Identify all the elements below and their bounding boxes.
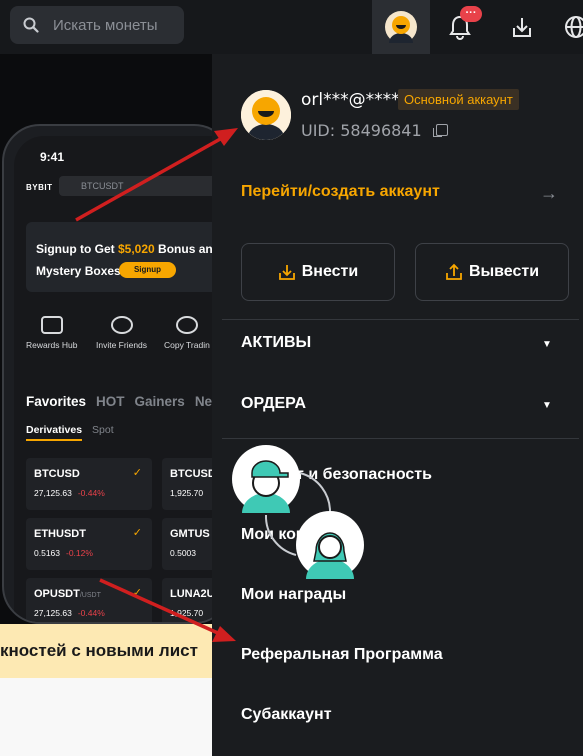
ticker-price: 1,925.70: [170, 608, 204, 618]
withdraw-label: Вывести: [468, 263, 540, 280]
phone-tab: HOT: [96, 394, 125, 409]
download-button[interactable]: [494, 0, 550, 54]
phone-ticker-card: BTCUSD ✓ 27,125.63 -0.44%: [26, 458, 152, 510]
ticker-symbol: OPUSDT/USDT: [34, 588, 101, 600]
banner-amount: $5,020: [118, 242, 155, 256]
divider: [222, 319, 579, 320]
check-icon: ✓: [132, 467, 142, 479]
phone-ticker-card: OPUSDT/USDT ✓ 27,125.63 -0.44%: [26, 578, 152, 622]
price: 27,125.63: [34, 488, 72, 498]
account-uid: UID: 58496841: [301, 121, 422, 140]
section-assets[interactable]: АКТИВЫ: [241, 334, 311, 352]
phone-subtab: Derivatives: [26, 424, 83, 441]
ticker-symbol: LUNA2U: [170, 588, 215, 600]
ticker-symbol: ETHUSDT: [34, 528, 86, 540]
withdraw-icon: [446, 263, 462, 280]
account-email: orl***@****: [301, 90, 400, 110]
switch-account-link[interactable]: Перейти/создать аккаунт: [241, 183, 440, 201]
phone-search: BTCUSDT: [59, 176, 230, 196]
ticket-icon: [40, 316, 63, 334]
section-orders[interactable]: ОРДЕРА: [241, 395, 306, 413]
change: -0.44%: [77, 488, 105, 498]
phone-subtabs: Derivatives Spot: [26, 424, 114, 441]
phone-ticker-card: ETHUSDT ✓ 0.5163 -0.12%: [26, 518, 152, 570]
caret-down-icon[interactable]: ▼: [542, 400, 552, 411]
notification-badge: ···: [460, 6, 482, 22]
symbol-suffix: /USDT: [79, 592, 101, 599]
avatar-icon: [241, 90, 291, 140]
avatar-button[interactable]: [372, 0, 430, 54]
notifications-button[interactable]: ···: [432, 0, 488, 54]
ticker-price: 0.5003: [170, 548, 196, 558]
menu-item-rewards[interactable]: Мои награды: [241, 586, 346, 604]
divider: [222, 438, 579, 439]
phone-quick-rewards: Rewards Hub: [26, 316, 78, 350]
banner-text: Signup to Get: [36, 242, 118, 256]
phone-market-tabs: Favorites HOT Gainers Ne: [26, 394, 222, 409]
phone-quick-invite: Invite Friends: [96, 316, 147, 350]
change: -0.12%: [66, 548, 93, 558]
search-box[interactable]: Искать монеты: [10, 6, 184, 44]
phone-banner-line1: Signup to Get $5,020 Bonus an: [36, 242, 213, 256]
phone-promo-banner: Signup to Get $5,020 Bonus an Mystery Bo…: [26, 222, 230, 292]
check-icon: ✓: [132, 587, 142, 599]
menu-item-referral[interactable]: Реферальная Программа: [241, 646, 443, 664]
quick-label: Copy Tradin: [164, 340, 210, 350]
phone-time: 9:41: [40, 150, 65, 164]
phone-tab: Gainers: [134, 394, 185, 409]
account-type-badge: Основной аккаунт: [398, 89, 519, 110]
phone-screen: 9:41 BYBIT BTCUSDT Signup to Get $5,020 …: [14, 136, 230, 622]
check-icon: ✓: [132, 527, 142, 539]
search-placeholder: Искать монеты: [53, 16, 158, 34]
phone-quick-copy: Copy Tradin: [164, 316, 210, 350]
withdraw-button[interactable]: Вывести: [415, 243, 569, 301]
phone-logo: BYBIT: [26, 183, 53, 192]
banner-text-end: Bonus an: [154, 242, 213, 256]
person-icon: [110, 316, 133, 334]
account-dropdown: orl***@**** Основной аккаунт UID: 584968…: [212, 54, 583, 756]
price: 0.5163: [34, 548, 60, 558]
phone-tab: Favorites: [26, 394, 87, 409]
download-icon: [513, 18, 531, 37]
caret-down-icon[interactable]: ▼: [542, 339, 552, 350]
quick-label: Invite Friends: [96, 340, 148, 350]
phone-mockup: 9:41 BYBIT BTCUSDT Signup to Get $5,020 …: [2, 124, 232, 624]
ticker-price: 27,125.63 -0.44%: [34, 488, 105, 498]
copy-trade-icon: [175, 316, 198, 334]
ticker-symbol: BTCUSD: [170, 468, 216, 480]
search-icon: [23, 17, 39, 33]
change: -0.44%: [77, 608, 105, 618]
page-strip: [0, 678, 212, 756]
globe-icon: [565, 16, 583, 38]
phone-subtab: Spot: [92, 424, 114, 436]
ticker-price: 0.5163 -0.12%: [34, 548, 93, 558]
menu-item-subaccount[interactable]: Субаккаунт: [241, 706, 332, 724]
quick-label: Rewards Hub: [26, 340, 78, 350]
ticker-price: 1,925.70: [170, 488, 204, 498]
profile-avatar: [241, 90, 291, 140]
phone-banner-line2: Mystery Boxes: [36, 264, 121, 278]
deposit-icon: [278, 265, 295, 280]
avatar-icon: [385, 11, 417, 43]
deposit-label: Внести: [301, 263, 359, 280]
phone-tab: Ne: [194, 394, 213, 409]
deposit-button[interactable]: Внести: [241, 243, 395, 301]
phone-signup-button: Signup: [119, 262, 176, 278]
symbol: OPUSDT: [34, 588, 80, 600]
phone-search-text: BTCUSDT: [81, 181, 124, 191]
ticker-symbol: GMTUS: [170, 528, 210, 540]
copy-icon[interactable]: [433, 124, 448, 137]
promo-banner-text: кностей с новыми лист: [0, 641, 198, 660]
ticker-price: 27,125.63 -0.44%: [34, 608, 105, 618]
ticker-symbol: BTCUSD: [34, 468, 80, 480]
price: 27,125.63: [34, 608, 72, 618]
promo-banner: кностей с новыми лист: [0, 624, 212, 678]
language-button[interactable]: [556, 0, 583, 54]
top-bar: Искать монеты ···: [0, 0, 583, 54]
referral-illustration: [232, 445, 364, 579]
arrow-right-icon[interactable]: →: [540, 183, 558, 204]
